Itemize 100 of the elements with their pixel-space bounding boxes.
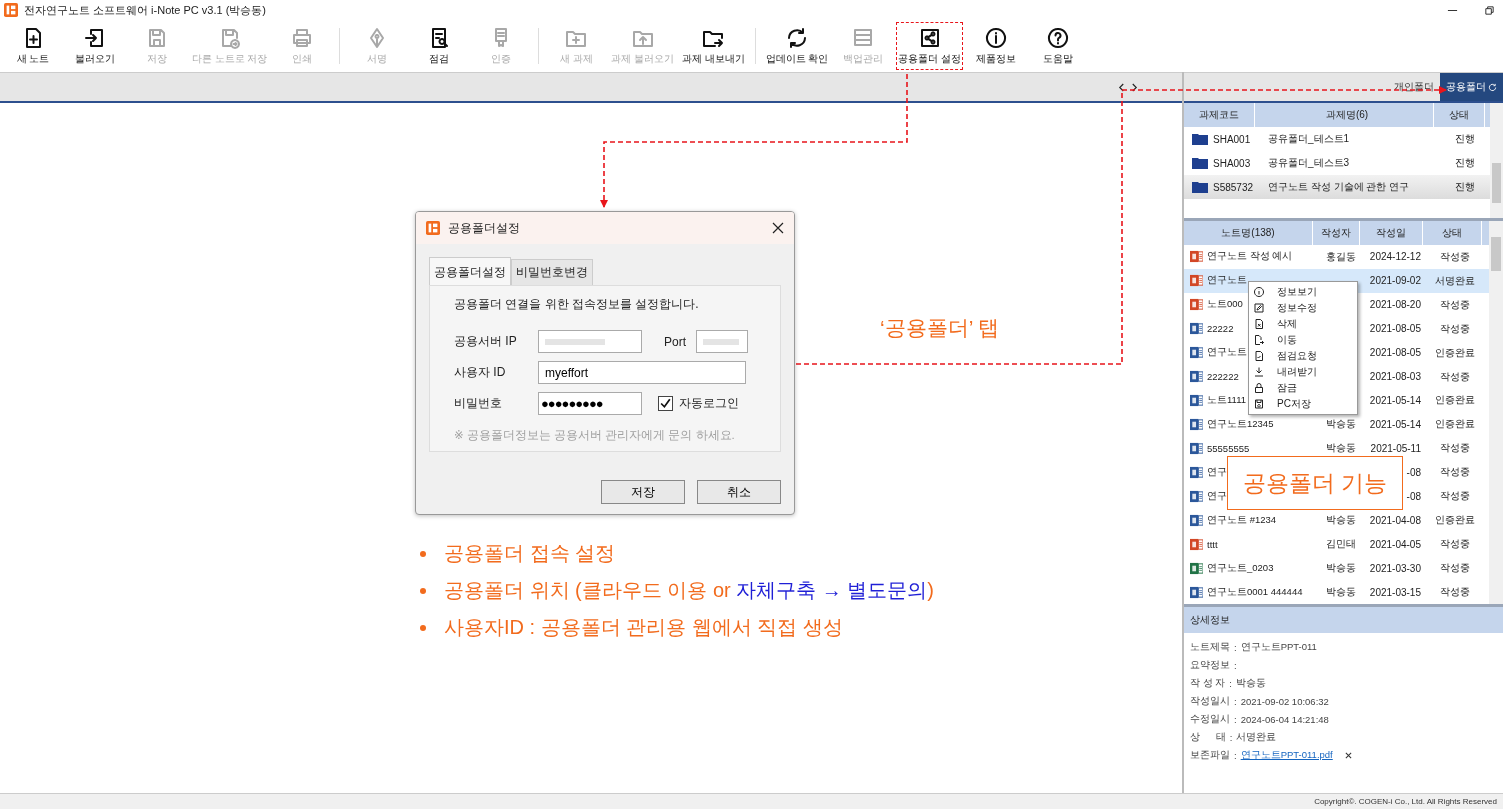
scrollbar[interactable] bbox=[1490, 103, 1503, 218]
checkbox[interactable] bbox=[658, 396, 673, 411]
table-cell: 진행 bbox=[1455, 180, 1475, 194]
toolbar-button[interactable]: 제품정보 bbox=[964, 20, 1027, 72]
table-cell: 연구 bbox=[1207, 465, 1227, 479]
dialog-tab[interactable]: 공용폴더설정 bbox=[429, 257, 511, 285]
toolbar-button[interactable]: 과제 내보내기 bbox=[677, 20, 749, 72]
dialog-tab[interactable]: 비밀번호변경 bbox=[511, 259, 593, 285]
table-cell: 박승동 bbox=[1326, 417, 1356, 432]
app-logo-icon bbox=[426, 221, 440, 235]
redacted-value bbox=[545, 338, 605, 345]
menu-item[interactable]: 이동 bbox=[1277, 333, 1297, 347]
menu-item[interactable]: 점검요청 bbox=[1277, 349, 1317, 363]
column-header[interactable]: 작성일 bbox=[1360, 221, 1423, 245]
pencil-icon bbox=[1253, 302, 1265, 314]
table-cell: 22222 bbox=[1207, 323, 1234, 335]
presentation-file-icon bbox=[1190, 274, 1203, 288]
table-cell: 연구 bbox=[1207, 489, 1227, 503]
document-file-icon bbox=[1190, 417, 1203, 431]
table-cell: 진행 bbox=[1455, 156, 1475, 170]
table-cell: -08 bbox=[1406, 466, 1421, 478]
document-file-icon bbox=[1190, 370, 1203, 383]
table-cell: 박승동 bbox=[1326, 513, 1356, 528]
folder-tab[interactable]: 공용폴더 bbox=[1440, 73, 1503, 101]
table-cell: S585732 bbox=[1213, 181, 1254, 193]
refresh-icon bbox=[1488, 82, 1497, 92]
column-header[interactable]: 상태 bbox=[1423, 221, 1482, 245]
table-cell: SHA001 bbox=[1213, 133, 1251, 145]
menu-item[interactable]: 내려받기 bbox=[1277, 365, 1317, 379]
annotation-text: 공용폴더 접속 설정 bbox=[444, 541, 616, 566]
project-row[interactable]: SHA003 공유폴더_테스트3 진행 bbox=[1184, 151, 1490, 175]
table-cell: 박승동 bbox=[1326, 585, 1356, 600]
table-cell: 인증완료 bbox=[1435, 513, 1475, 528]
table-cell: 연구노트0001 444444 bbox=[1207, 585, 1303, 599]
colon: : bbox=[1234, 642, 1237, 653]
detail-label: 요약정보 bbox=[1190, 659, 1230, 672]
dialog-button[interactable]: 저장 bbox=[601, 480, 685, 504]
table-cell: 2021-05-14 bbox=[1369, 394, 1421, 406]
dialog-button[interactable]: 취소 bbox=[697, 480, 781, 504]
window-title: 전자연구노트 소프트웨어 i-Note PC v3.1 (박승동) bbox=[24, 2, 267, 18]
menu-item[interactable]: PC저장 bbox=[1277, 397, 1311, 411]
file-x-icon bbox=[1253, 318, 1265, 330]
bullet-dot bbox=[420, 624, 426, 631]
toolbar-button[interactable]: 점검 bbox=[408, 20, 471, 72]
menu-item[interactable]: 정보수정 bbox=[1277, 301, 1317, 315]
table-cell: SHA003 bbox=[1213, 157, 1251, 169]
description-text: 공용폴더 연결을 위한 접속정보를 설정합니다. bbox=[454, 296, 700, 313]
table-cell: 노트000 bbox=[1207, 298, 1243, 312]
document-file-icon bbox=[1190, 322, 1203, 336]
toolbar-button[interactable]: 업데이트 확인 bbox=[761, 20, 833, 72]
project-row[interactable]: S585732 연구노트 작성 기술에 관한 연구 진행 bbox=[1184, 175, 1490, 199]
column-header[interactable]: 과제명(6) bbox=[1255, 103, 1434, 127]
toolbar-button[interactable]: 도움말 bbox=[1026, 20, 1089, 72]
file-link[interactable]: 연구노트PPT-011.pdf bbox=[1240, 749, 1333, 762]
table-cell: 2021-04-08 bbox=[1369, 514, 1421, 526]
user-id-field[interactable]: myeffort bbox=[538, 361, 746, 384]
table-cell: 작성중 bbox=[1440, 537, 1470, 552]
column-header[interactable]: 상태 bbox=[1434, 103, 1485, 127]
table-cell: 연구노트 작성 기술에 관한 연구 bbox=[1268, 180, 1410, 194]
file-arrow-icon bbox=[1253, 334, 1265, 346]
bullet-dot bbox=[420, 550, 426, 557]
detail-label: 노트제목 bbox=[1190, 641, 1230, 654]
chevron-right-icon[interactable] bbox=[1131, 82, 1138, 92]
annotation-callout: 공용폴더 기능 bbox=[1227, 456, 1403, 510]
menu-item[interactable]: 삭제 bbox=[1277, 317, 1297, 331]
table-cell: 2021-08-05 bbox=[1369, 347, 1421, 359]
checkbox-label: 자동로그인 bbox=[679, 395, 739, 412]
dialog-title: 공용폴더설정 bbox=[448, 219, 520, 237]
toolbar-button[interactable]: 새 노트 bbox=[2, 20, 64, 72]
password-field[interactable]: ●●●●●●●●● bbox=[538, 392, 642, 415]
close-icon[interactable] bbox=[772, 222, 784, 234]
port-field[interactable] bbox=[696, 330, 748, 353]
table-cell: 2021-03-15 bbox=[1369, 586, 1421, 598]
menu-item[interactable]: 잠금 bbox=[1277, 381, 1297, 395]
restore-icon[interactable] bbox=[1484, 4, 1495, 16]
presentation-file-icon bbox=[1190, 250, 1203, 264]
toolbar-button[interactable]: 공용폴더 설정 bbox=[894, 20, 965, 72]
remove-icon[interactable] bbox=[1344, 752, 1352, 759]
table-cell: -08 bbox=[1406, 490, 1421, 502]
column-header[interactable]: 작성자 bbox=[1313, 221, 1360, 245]
chevron-left-icon[interactable] bbox=[1118, 82, 1125, 92]
table-cell: 작성중 bbox=[1440, 585, 1470, 600]
help-icon bbox=[1045, 26, 1070, 50]
column-header[interactable]: 노트명(138) bbox=[1184, 221, 1313, 245]
column-header[interactable]: 과제코드 bbox=[1184, 103, 1255, 127]
table-cell: 2021-04-05 bbox=[1369, 538, 1421, 550]
document-file-icon bbox=[1190, 465, 1203, 479]
table-cell: 2021-05-14 bbox=[1369, 418, 1421, 430]
server-ip-field[interactable] bbox=[538, 330, 642, 353]
details-header: 상세정보 bbox=[1184, 607, 1503, 633]
toolbar-button[interactable]: 불러오기 bbox=[64, 20, 126, 72]
scrollbar[interactable] bbox=[1489, 221, 1503, 604]
table-cell: 연구노트 bbox=[1207, 346, 1247, 360]
table-cell: 연구노트 bbox=[1207, 274, 1247, 288]
table-cell: 222222 bbox=[1207, 371, 1239, 382]
table-cell: 인증완료 bbox=[1435, 393, 1475, 408]
table-cell: 박승동 bbox=[1326, 441, 1356, 456]
table-cell: 작성중 bbox=[1440, 297, 1470, 312]
project-row[interactable]: SHA001 공유폴더_테스트1 진행 bbox=[1184, 127, 1490, 151]
table-cell: 2021-05-11 bbox=[1370, 442, 1421, 454]
